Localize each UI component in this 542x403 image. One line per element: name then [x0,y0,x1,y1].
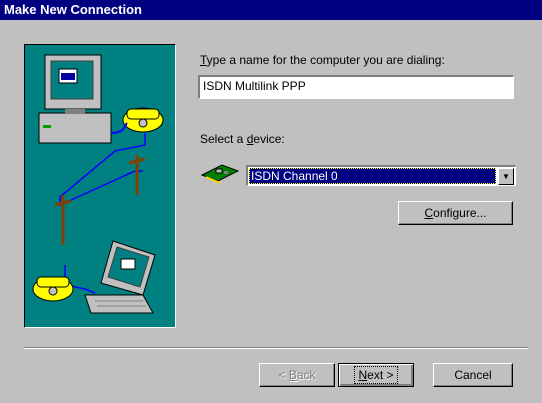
laptop-icon [84,240,156,314]
footer-separator [24,347,528,349]
back-button[interactable]: < Back [259,363,335,387]
next-button[interactable]: Next > [338,363,414,387]
configure-button[interactable]: Configure... [398,201,513,225]
select-device-label: Select a device: [200,132,285,146]
utility-pole-icon-right [128,155,146,195]
network-illustration-graphic [32,54,164,314]
telephone-icon-bottom [32,276,74,302]
chevron-down-icon[interactable]: ▼ [498,168,514,185]
utility-pole-icon-left [54,195,72,245]
window-title: Make New Connection [4,2,142,17]
cancel-button[interactable]: Cancel [433,363,513,387]
computer-name-input[interactable]: ISDN Multilink PPP [198,75,514,99]
title-bar: Make New Connection [0,0,542,20]
make-new-connection-dialog: Make New Connection Type a name for the … [0,0,542,403]
desktop-computer-icon [38,54,112,144]
telephone-icon-top [122,107,164,133]
dial-up-illustration [24,44,176,328]
isdn-card-icon [200,164,240,184]
computer-name-label: Type a name for the computer you are dia… [200,53,445,67]
computer-name-input-value: ISDN Multilink PPP [203,79,306,93]
device-select[interactable]: ISDN Channel 0 ▼ [246,165,516,186]
device-select-value: ISDN Channel 0 [249,168,496,184]
